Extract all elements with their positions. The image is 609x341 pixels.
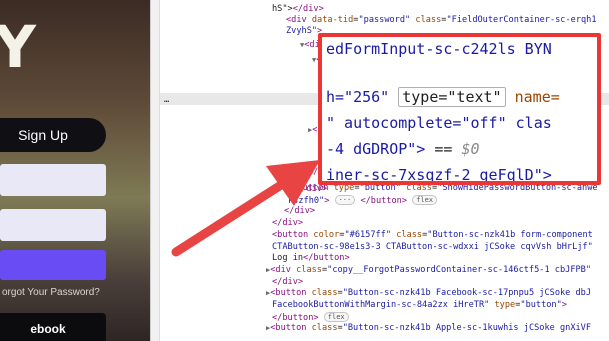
dom-node-line[interactable]: ▶<	[308, 125, 317, 136]
panel-divider[interactable]	[150, 0, 160, 341]
dom-node-line[interactable]: ▼<di	[300, 40, 320, 51]
facebook-login-button[interactable]: ebook	[0, 313, 106, 341]
red-arrow-icon	[171, 160, 320, 257]
brand-logo: Y	[0, 13, 36, 81]
zoom-line-selected: -4 dGDROP"> == $0	[326, 140, 480, 158]
email-field[interactable]	[0, 164, 106, 196]
dom-node-line[interactable]: </button> flex	[272, 311, 349, 323]
dom-node-line[interactable]: FacebookButtonWithMargin-sc-84a2zx iHreT…	[272, 300, 567, 311]
zoom-line-class: edFormInput-sc-c242ls BYN	[326, 40, 552, 58]
zoom-line-autocomplete: " autocomplete="off" clas	[326, 114, 552, 132]
type-text-attribute[interactable]: type="text"	[398, 87, 506, 107]
login-page-background: Y Sign Up orgot Your Password? ebook	[0, 0, 150, 341]
zoom-callout: edFormInput-sc-c242ls BYN h="256" type="…	[318, 33, 601, 185]
zoom-line-type: h="256" type="text" name=	[326, 87, 560, 107]
dom-node-line[interactable]: ▶<div class="copy__ForgotPasswordContain…	[266, 265, 591, 276]
forgot-password-link[interactable]: orgot Your Password?	[2, 287, 100, 298]
sign-up-button[interactable]: Sign Up	[0, 118, 106, 152]
log-in-button[interactable]	[0, 250, 106, 280]
zoom-line-container: iner-sc-7xsqzf-2 geFqlD">	[326, 166, 552, 184]
dom-node-line[interactable]: <div data-tid="password" class="FieldOut…	[286, 15, 597, 26]
password-field[interactable]	[0, 209, 106, 241]
dom-node-line[interactable]: ▶<button class="Button-sc-nzk41b Faceboo…	[266, 288, 591, 299]
dom-node-line[interactable]: hS"></div>	[272, 4, 324, 15]
dom-node-line[interactable]: ZvyhS">	[286, 26, 322, 37]
dom-node-line[interactable]: ▶<button class="Button-sc-nzk41b Apple-s…	[266, 323, 591, 334]
dom-node-line[interactable]: …	[164, 95, 169, 106]
dom-node-line[interactable]: </div>	[272, 277, 303, 288]
